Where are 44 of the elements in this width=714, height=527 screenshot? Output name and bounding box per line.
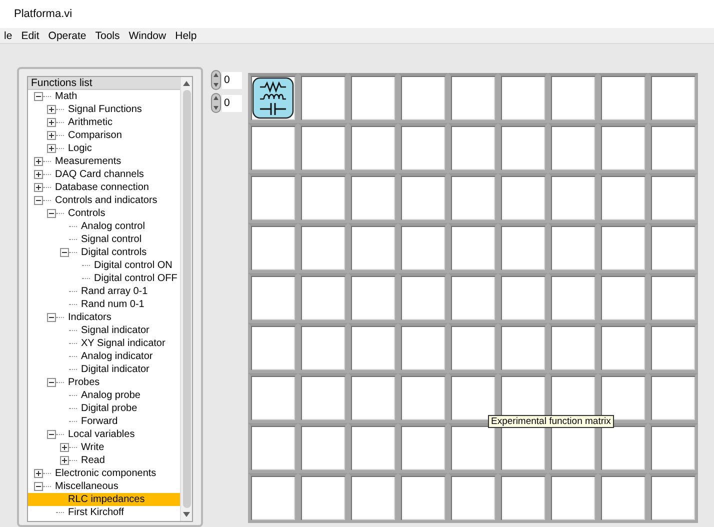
menu-item[interactable]: Operate (48, 30, 86, 42)
tree-item[interactable]: Controls and indicators (28, 194, 180, 207)
menu-item[interactable]: Tools (95, 30, 120, 42)
menu-item[interactable]: Edit (21, 30, 40, 42)
tooltip: Experimental function matrix (488, 415, 614, 428)
tree-item[interactable]: Read (28, 454, 180, 467)
tree-item[interactable]: First Kirchoff (28, 506, 180, 519)
menu-item[interactable]: Help (175, 30, 197, 42)
tree-item[interactable]: Math (28, 90, 180, 103)
tree-item[interactable]: Probes (28, 376, 180, 389)
menu-item[interactable]: le (4, 30, 12, 42)
tree-item[interactable]: RLC impedances (28, 493, 180, 506)
tree-item[interactable]: Analog control (28, 220, 180, 233)
tree-item[interactable]: Logic (28, 142, 180, 155)
tree-item[interactable]: Digital indicator (28, 363, 180, 376)
tree-item[interactable]: Digital probe (28, 402, 180, 415)
tree-item[interactable]: Local variables (28, 428, 180, 441)
tree-item[interactable]: Controls (28, 207, 180, 220)
tree-item[interactable]: Analog probe (28, 389, 180, 402)
tree-item[interactable]: Comparison (28, 129, 180, 142)
index-field[interactable]: 0 (222, 94, 242, 112)
tree-item[interactable]: Digital control OFF (28, 272, 180, 285)
tree-item[interactable]: Electronic components (28, 467, 180, 480)
list-heading: Functions list (28, 77, 180, 90)
tree-item[interactable]: Indicators (28, 311, 180, 324)
tree-item[interactable]: DAQ Card channels (28, 168, 180, 181)
tree-item[interactable]: Digital controls (28, 246, 180, 259)
tree-item[interactable]: Forward (28, 415, 180, 428)
tree-item[interactable]: Rand num 0-1 (28, 298, 180, 311)
tree-item[interactable]: Signal control (28, 233, 180, 246)
tree-item[interactable]: Arithmetic (28, 116, 180, 129)
tree-item[interactable]: Rand array 0-1 (28, 285, 180, 298)
tree-item[interactable]: Measurements (28, 155, 180, 168)
tree-item[interactable]: Miscellaneous (28, 480, 180, 493)
tree-item[interactable]: Write (28, 441, 180, 454)
tree-item[interactable]: XY Signal indicator (28, 337, 180, 350)
tree-item[interactable]: Analog indicator (28, 350, 180, 363)
window-title: Platforma.vi (14, 8, 72, 20)
tree-item[interactable]: Digital control ON (28, 259, 180, 272)
tree-item[interactable]: Database connection (28, 181, 180, 194)
menu-item[interactable]: Window (128, 30, 166, 42)
index-field[interactable]: 0 (222, 72, 242, 88)
tree-item[interactable]: Signal indicator (28, 324, 180, 337)
tree-item[interactable]: Signal Functions (28, 103, 180, 116)
